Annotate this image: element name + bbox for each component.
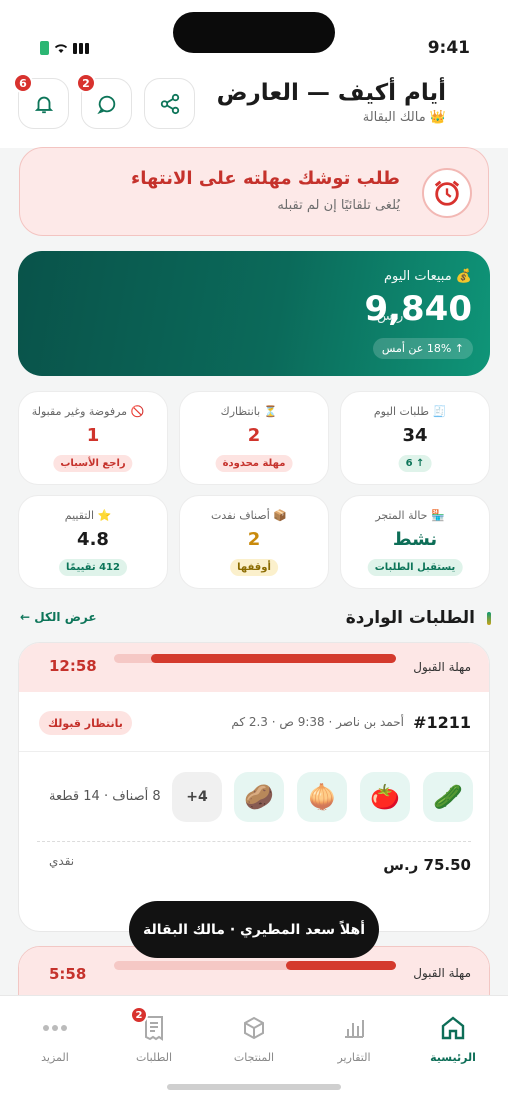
stat-value: 34 xyxy=(402,425,428,446)
tab-orders[interactable]: 2 الطلبات xyxy=(114,1006,194,1064)
tab-home[interactable]: الرئيسية xyxy=(413,1014,493,1064)
stat-pill: أوقفها xyxy=(230,559,278,576)
alarm-clock-icon xyxy=(422,168,472,218)
welcome-toast: أهلاً سعد المطيري · مالك البقالة xyxy=(129,901,379,958)
wifi-icon xyxy=(54,43,68,53)
reports-icon xyxy=(340,1014,368,1042)
orders-section-title: الطلبات الواردة xyxy=(345,608,475,628)
stat-pill: ↑ 6 xyxy=(398,455,432,472)
orders-badge: 2 xyxy=(130,1006,148,1024)
order-timer: 12:58 xyxy=(49,657,97,675)
stat-value: 2 xyxy=(247,425,261,446)
deadline-fill xyxy=(150,654,396,663)
stat-pill: 412 تقييمًا xyxy=(59,559,127,576)
bell-icon xyxy=(34,96,53,113)
more-icon xyxy=(41,1014,69,1042)
item-thumb-potato: 🥔 xyxy=(234,772,284,822)
item-thumb-cucumber: 🥒 xyxy=(423,772,473,822)
stat-card-today-orders[interactable]: 🧾 طلبات اليوم 34 ↑ 6 xyxy=(340,391,490,485)
view-all-link[interactable]: عرض الكل ← xyxy=(20,610,97,624)
order-id: #1211 xyxy=(413,713,471,732)
tab-label: التقارير xyxy=(337,1051,371,1064)
tab-label: المزيد xyxy=(41,1051,69,1064)
stat-label: ⏳ بانتظارك xyxy=(220,405,278,418)
chat-icon xyxy=(96,95,115,114)
more-items-thumb: +4 xyxy=(172,772,222,822)
payment-method: نقدي xyxy=(49,854,75,868)
stat-label: ⭐ التقييم xyxy=(64,509,112,522)
deadline-label: مهلة القبول xyxy=(413,966,471,980)
stat-pill: راجع الأسباب xyxy=(53,455,133,472)
stat-pill: يستقبل الطلبات xyxy=(367,559,463,576)
notifications-badge: 6 xyxy=(13,73,33,93)
receipt-icon: 2 xyxy=(130,1006,168,1042)
tab-products[interactable]: المنتجات xyxy=(214,1014,294,1064)
tab-reports[interactable]: التقارير xyxy=(314,1014,394,1064)
messages-badge: 2 xyxy=(76,73,96,93)
alert-title: طلب توشك مهلته على الانتهاء xyxy=(131,168,400,189)
order-meta: أحمد بن ناصر · 9:38 ص · 2.3 كم xyxy=(231,715,404,729)
item-thumb-tomato: 🍅 xyxy=(360,772,410,822)
expiring-order-alert[interactable]: طلب توشك مهلته على الانتهاء يُلغى تلقائي… xyxy=(19,147,489,236)
alert-subtitle: يُلغى تلقائيًا إن لم تقبله xyxy=(277,198,400,213)
stat-card-pending[interactable]: ⏳ بانتظارك 2 مهلة محدودة xyxy=(179,391,329,485)
home-indicator xyxy=(167,1084,341,1090)
sales-currency: ر.س xyxy=(377,309,404,324)
stat-value: 4.8 xyxy=(77,529,109,550)
header-area: 9:41 أيام أكيف — العارض 👑 مالك البقالة 2… xyxy=(0,0,508,148)
item-thumb-onion: 🧅 xyxy=(297,772,347,822)
stat-label: 🏪 حالة المتجر xyxy=(375,509,445,522)
status-time: 9:41 xyxy=(427,38,470,58)
app-screen: 9:41 أيام أكيف — العارض 👑 مالك البقالة 2… xyxy=(0,0,508,1100)
deadline-label: مهلة القبول xyxy=(413,660,471,674)
sales-delta-badge: ↑ 18% عن أمس xyxy=(372,338,473,359)
stat-label: 🧾 طلبات اليوم xyxy=(373,405,447,418)
deadline-fill xyxy=(286,961,396,970)
section-accent xyxy=(487,612,491,625)
deadline-track xyxy=(114,961,396,970)
order-status-badge: بانتظار قبولك xyxy=(39,711,132,735)
stat-label: 📦 أصناف نفدت xyxy=(211,509,287,522)
signal-icon xyxy=(73,42,89,54)
order-deadline-bar: 12:58 مهلة القبول xyxy=(19,643,489,692)
today-sales-card[interactable]: 💰 مبيعات اليوم 9,840 ر.س ↑ 18% عن أمس xyxy=(18,251,490,376)
stat-value: 2 xyxy=(247,529,261,550)
stat-card-store-status[interactable]: 🏪 حالة المتجر نشط يستقبل الطلبات xyxy=(340,495,490,589)
stat-pill: مهلة محدودة xyxy=(215,455,293,472)
sales-label: 💰 مبيعات اليوم xyxy=(384,269,472,284)
box-icon xyxy=(240,1014,268,1042)
tab-label: الرئيسية xyxy=(430,1051,476,1064)
store-title: أيام أكيف — العارض xyxy=(216,80,446,106)
stat-card-rejected[interactable]: 🚫 مرفوضة وغير مقبولة 1 راجع الأسباب xyxy=(18,391,168,485)
stat-value: 1 xyxy=(86,425,100,446)
stat-card-out-of-stock[interactable]: 📦 أصناف نفدت 2 أوقفها xyxy=(179,495,329,589)
role-subtitle: 👑 مالك البقالة xyxy=(362,110,446,125)
share-icon xyxy=(160,93,179,114)
deadline-track xyxy=(114,654,396,663)
tab-label: المنتجات xyxy=(233,1051,275,1064)
order-price: 75.50 ر.س xyxy=(383,856,471,874)
order-timer: 5:58 xyxy=(49,965,87,983)
notifications-button[interactable]: 6 xyxy=(13,73,69,129)
tab-label: الطلبات xyxy=(135,1051,173,1064)
dashed-divider xyxy=(37,841,471,842)
stat-value: نشط xyxy=(392,529,438,550)
home-icon xyxy=(439,1014,467,1042)
dynamic-island xyxy=(173,12,335,53)
divider xyxy=(19,751,489,752)
system-icons xyxy=(40,41,89,55)
stat-label: 🚫 مرفوضة وغير مقبولة xyxy=(31,405,145,418)
order-item-count: 8 أصناف · 14 قطعة xyxy=(49,789,161,804)
battery-icon xyxy=(40,41,49,55)
tab-more[interactable]: المزيد xyxy=(15,1014,95,1064)
share-button[interactable] xyxy=(144,78,195,129)
order-card[interactable]: 12:58 مهلة القبول #1211 أحمد بن ناصر · 9… xyxy=(18,642,490,932)
stat-card-rating[interactable]: ⭐ التقييم 4.8 412 تقييمًا xyxy=(18,495,168,589)
messages-button[interactable]: 2 xyxy=(76,73,132,129)
